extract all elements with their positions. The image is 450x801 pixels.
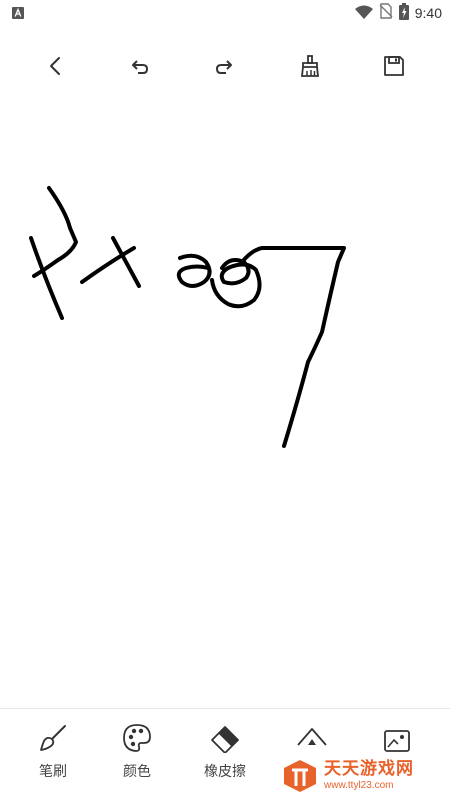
stroke — [210, 258, 262, 309]
stroke — [29, 236, 64, 320]
undo-icon — [132, 60, 149, 74]
back-icon — [50, 57, 60, 75]
status-right: 9:40 — [354, 2, 442, 24]
stroke — [176, 253, 212, 288]
stroke — [111, 236, 141, 288]
brush-tool[interactable]: 笔刷 — [13, 721, 93, 791]
brush-icon — [36, 721, 70, 755]
palette-icon — [120, 721, 154, 755]
redo-button[interactable] — [202, 40, 246, 92]
status-time: 9:40 — [414, 5, 442, 21]
battery-charging-icon — [398, 2, 409, 24]
watermark-text: 天天游戏网 www.ttyl23.com — [324, 761, 414, 791]
no-sim-icon — [379, 3, 393, 23]
drawing-strokes — [29, 186, 346, 448]
color-tool[interactable]: 颜色 — [97, 721, 177, 791]
clear-canvas-button[interactable] — [288, 40, 332, 92]
watermark-logo-icon — [284, 760, 316, 792]
shape-icon — [295, 721, 329, 755]
undo-button[interactable] — [118, 40, 162, 92]
back-button[interactable] — [34, 40, 78, 92]
status-bar: 9:40 — [0, 0, 450, 26]
wifi-icon — [354, 4, 373, 23]
drawing-canvas[interactable] — [0, 100, 450, 706]
clear-brush-icon — [300, 55, 320, 77]
brush-tool-label: 笔刷 — [39, 764, 67, 780]
notification-app-icon — [12, 4, 24, 23]
image-icon — [380, 721, 414, 755]
eraser-tool-label: 橡皮擦 — [204, 764, 246, 780]
watermark-url: www.ttyl23.com — [324, 780, 394, 791]
save-icon — [384, 56, 404, 76]
watermark-title: 天天游戏网 — [324, 759, 414, 779]
top-toolbar — [0, 40, 450, 92]
color-tool-label: 颜色 — [123, 764, 151, 780]
eraser-tool[interactable]: 橡皮擦 — [185, 721, 265, 791]
site-watermark: 天天游戏网 www.ttyl23.com — [282, 756, 450, 796]
status-left — [12, 4, 24, 23]
save-button[interactable] — [372, 40, 416, 92]
eraser-icon — [208, 721, 242, 755]
redo-icon — [215, 60, 232, 74]
